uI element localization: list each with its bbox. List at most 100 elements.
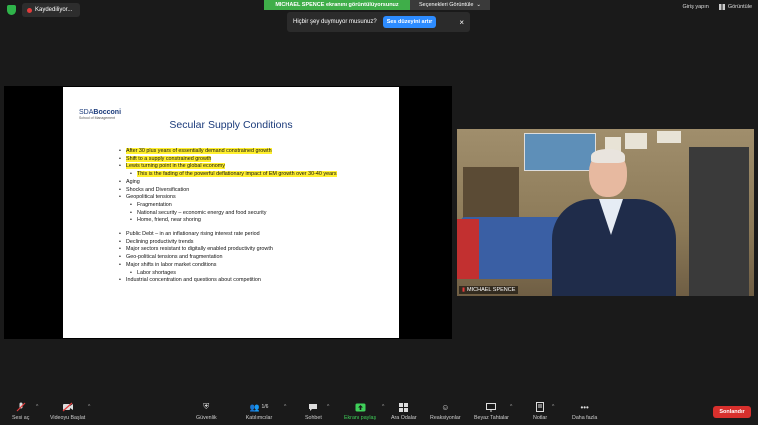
- bullet-item: Geo-political tensions and fragmentation: [119, 254, 387, 262]
- chevron-up-icon[interactable]: ^: [327, 404, 329, 410]
- bullet-item: Public Debt – in an inflationary rising …: [119, 231, 387, 239]
- picture-frame: [657, 131, 681, 143]
- chat-icon: [308, 402, 319, 412]
- picture-frame: [625, 133, 647, 149]
- bullet-item: Declining productivity trends: [119, 239, 387, 247]
- audio-button[interactable]: Sesi aç: [12, 402, 29, 421]
- whiteboard-icon: [486, 402, 497, 412]
- bullet-text: Aging: [126, 178, 140, 185]
- share-screen-button[interactable]: Ekranı paylaş: [344, 402, 376, 421]
- bullet-item: Major sectors resistant to digitally ena…: [119, 246, 387, 254]
- notes-icon: [535, 402, 546, 412]
- view-options-button[interactable]: Seçenekleri Görüntüle ⌄: [410, 0, 490, 10]
- sub-bullet-item: Fragmentation: [130, 202, 387, 210]
- bullet-text: Fragmentation: [137, 201, 172, 208]
- bullet-text: Home, friend, near shoring: [137, 217, 201, 224]
- close-icon[interactable]: ×: [459, 18, 464, 27]
- whiteboards-button[interactable]: Beyaz Tahtalar: [474, 402, 509, 421]
- bullet-text: National security – economic energy and …: [137, 209, 267, 216]
- chevron-up-icon[interactable]: ^: [36, 404, 38, 410]
- participants-count: 1/6: [261, 404, 269, 410]
- view-options-label: Seçenekleri Görüntüle: [418, 2, 474, 8]
- bullet-item: After 30 plus years of essentially deman…: [119, 148, 387, 156]
- chevron-down-icon: ⌄: [476, 2, 482, 8]
- logo-prefix: SDA: [79, 109, 94, 116]
- bullet-text: Major sectors resistant to digitally ena…: [126, 246, 273, 253]
- reactions-button[interactable]: ☺ Reaksiyonlar: [430, 402, 461, 422]
- chevron-up-icon[interactable]: ^: [284, 404, 286, 410]
- chat-button[interactable]: Sohbet: [305, 402, 322, 421]
- bullet-text: Geo-political tensions and fragmentation: [126, 254, 223, 261]
- share-banner-text: MICHAEL SPENCE ekranını görüntülüyorsunu…: [264, 0, 410, 10]
- slide-title: Secular Supply Conditions: [169, 119, 293, 131]
- bullet-list: After 30 plus years of essentially deman…: [119, 148, 387, 285]
- notes-label: Notlar: [533, 415, 548, 421]
- bullet-item: Aging: [119, 179, 387, 187]
- bullet-text: Lewis turning point in the global econom…: [126, 163, 225, 170]
- shield-icon[interactable]: [7, 5, 16, 15]
- red-chair: [457, 219, 479, 279]
- chevron-up-icon[interactable]: ^: [552, 404, 554, 410]
- bookshelf: [463, 167, 519, 223]
- smiley-icon: ☺: [441, 402, 450, 412]
- mic-muted-icon: ▮: [462, 287, 466, 293]
- bullet-text: Public Debt – in an inflationary rising …: [126, 231, 260, 238]
- mic-muted-icon: [15, 402, 26, 412]
- reactions-label: Reaksiyonlar: [430, 415, 461, 421]
- share-banner: MICHAEL SPENCE ekranını görüntülüyorsunu…: [264, 0, 490, 10]
- chevron-up-icon[interactable]: ^: [510, 404, 512, 410]
- more-button[interactable]: ••• Daha fazla: [572, 402, 597, 422]
- recording-indicator[interactable]: Kaydediliyor...: [22, 3, 80, 17]
- sign-in-button[interactable]: Giriş yapın: [683, 4, 709, 10]
- sub-bullet-item: Labor shortages: [130, 270, 387, 278]
- shield-icon: ⛨: [203, 402, 210, 411]
- top-right-controls: Giriş yapın Görüntüle: [683, 4, 752, 10]
- more-icon: •••: [580, 402, 589, 412]
- bullet-item: Geopolitical tensions: [119, 194, 387, 202]
- participant-video[interactable]: ▮ MICHAEL SPENCE: [457, 129, 754, 296]
- bullet-text: Shift to a supply constrained growth: [126, 155, 212, 162]
- video-label: Videoyu Başlat: [50, 415, 86, 421]
- audio-notice: Hiçbir şey duymuyor musunuz? Ses düzeyin…: [287, 12, 470, 32]
- bullet-item: Shocks and Diversification: [119, 187, 387, 195]
- increase-volume-button[interactable]: Ses düzeyini artır: [382, 16, 437, 28]
- chevron-up-icon[interactable]: ^: [88, 404, 90, 410]
- logo-main: Bocconi: [93, 109, 122, 116]
- sub-bullet-item: This is the fading of the powerful defla…: [130, 171, 387, 179]
- share-screen-icon: [355, 402, 366, 412]
- bullet-text: Shocks and Diversification: [126, 186, 190, 193]
- grid-icon: [718, 4, 725, 10]
- bullet-text: Declining productivity trends: [126, 238, 194, 245]
- bullet-text: After 30 plus years of essentially deman…: [126, 148, 272, 154]
- camera-off-icon: [62, 402, 74, 412]
- participants-button[interactable]: 👥 1/6 Katılımcılar: [244, 402, 274, 422]
- security-label: Güvenlik: [196, 415, 217, 421]
- bullet-text: Major shifts in labor market conditions: [126, 261, 217, 268]
- audio-label: Sesi aç: [12, 415, 30, 421]
- video-button[interactable]: Videoyu Başlat: [50, 402, 85, 421]
- end-meeting-button[interactable]: Sonlandır: [713, 406, 751, 418]
- wall-map: [524, 133, 596, 171]
- door: [689, 147, 749, 296]
- view-label: Görüntüle: [727, 4, 752, 10]
- bullet-item: Industrial concentration and questions a…: [119, 277, 387, 285]
- sub-bullet-item: Home, friend, near shoring: [130, 217, 387, 225]
- notes-button[interactable]: Notlar: [533, 402, 547, 421]
- breakout-rooms-button[interactable]: Ara Odalar: [391, 402, 417, 421]
- record-icon: [27, 7, 32, 13]
- bullet-text: Labor shortages: [137, 269, 176, 276]
- chat-label: Sohbet: [305, 415, 322, 421]
- chevron-up-icon[interactable]: ^: [382, 404, 384, 410]
- participant-name-tag: ▮ MICHAEL SPENCE: [459, 286, 519, 294]
- grid-icon: [398, 402, 409, 412]
- breakout-rooms-label: Ara Odalar: [391, 415, 417, 421]
- bullet-item: Shift to a supply constrained growth: [119, 155, 387, 164]
- meeting-toolbar: Sesi aç ^ Videoyu Başlat ^ ⛨ Güvenlik 👥 1…: [0, 398, 758, 425]
- sign-in-label: Giriş yapın: [682, 4, 709, 10]
- audio-notice-text: Hiçbir şey duymuyor musunuz?: [293, 19, 377, 25]
- bullet-text: Geopolitical tensions: [126, 194, 176, 201]
- whiteboards-label: Beyaz Tahtalar: [474, 415, 509, 421]
- participants-label: Katılımcılar: [245, 415, 273, 421]
- security-button[interactable]: ⛨ Güvenlik: [196, 402, 217, 421]
- view-button[interactable]: Görüntüle: [718, 4, 752, 10]
